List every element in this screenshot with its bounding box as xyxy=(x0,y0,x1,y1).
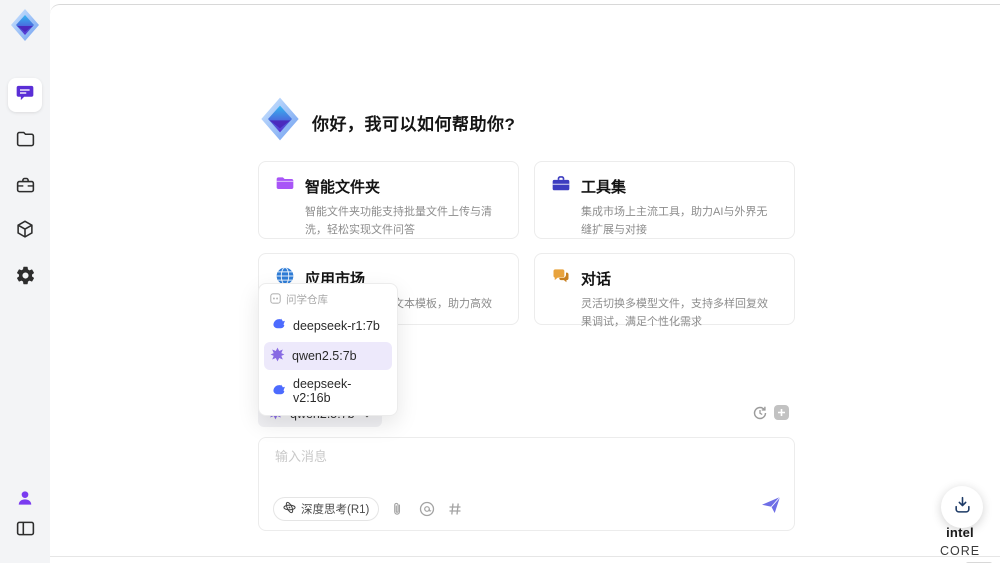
card-dialog[interactable]: 对话 灵活切换多模型文件，支持多样回复效果调试，满足个性化需求 xyxy=(534,253,795,328)
gear-icon xyxy=(15,265,36,291)
download-icon xyxy=(953,495,972,519)
sidebar-item-settings[interactable] xyxy=(8,261,42,295)
download-button[interactable] xyxy=(941,486,983,528)
card-toolkit[interactable]: 工具集 集成市场上主流工具，助力AI与外界无缝扩展与对接 xyxy=(534,161,795,239)
deep-think-toggle[interactable]: 深度思考(R1) xyxy=(273,497,380,521)
chat-bubble-icon xyxy=(15,83,35,108)
dropdown-item-deepseek-v2[interactable]: deepseek-v2:16b xyxy=(264,372,392,410)
panel-icon xyxy=(15,518,36,544)
card-description: 智能文件夹功能支持批量文件上传与清洗，轻松实现文件问答 xyxy=(305,206,492,236)
window-bottom-divider xyxy=(50,556,1000,557)
sidebar-item-panel-toggle[interactable] xyxy=(8,514,42,548)
qwen-star-icon xyxy=(270,347,285,365)
repo-icon xyxy=(270,292,281,307)
sidebar-item-models[interactable] xyxy=(8,215,42,249)
paperclip-icon[interactable] xyxy=(392,501,406,517)
atom-icon xyxy=(283,501,296,517)
sidebar-item-toolbox[interactable] xyxy=(8,171,42,205)
model-repo-label: 问学仓库 xyxy=(286,294,328,306)
new-chat-icon xyxy=(773,404,790,426)
card-smart-folder[interactable]: 智能文件夹 智能文件夹功能支持批量文件上传与清洗，轻松实现文件问答 xyxy=(258,161,519,239)
greeting-title: 你好，我可以如何帮助你? xyxy=(312,115,516,134)
deepseek-whale-icon xyxy=(270,382,286,401)
deepseek-whale-icon xyxy=(270,316,286,335)
model-label: deepseek-r1:7b xyxy=(293,318,380,333)
new-chat-button[interactable] xyxy=(773,404,790,426)
card-title: 工具集 xyxy=(581,179,627,196)
sidebar-item-folders[interactable] xyxy=(8,125,42,159)
mention-icon[interactable] xyxy=(419,501,435,517)
intel-core-logo: intel core ultra xyxy=(924,524,996,563)
cube-icon xyxy=(14,219,36,246)
app-window: 你好，我可以如何帮助你? 智能文件夹 智能文件夹功能支持批量文件上传与清洗，轻松… xyxy=(0,0,1000,563)
folder-filled-icon xyxy=(275,174,295,199)
sidebar-item-account[interactable] xyxy=(8,483,42,517)
user-icon xyxy=(15,488,35,513)
send-icon[interactable] xyxy=(761,496,781,519)
card-title: 对话 xyxy=(581,271,612,288)
model-dropdown: 问学仓库 deepseek-r1:7b qwen2.5:7b deepseek-… xyxy=(258,283,398,416)
model-repo-header: 问学仓库 xyxy=(264,289,392,309)
core-wordmark: core xyxy=(939,544,981,558)
sidebar-item-chat[interactable] xyxy=(8,78,42,112)
hash-icon[interactable] xyxy=(448,502,462,516)
dropdown-item-deepseek-r1[interactable]: deepseek-r1:7b xyxy=(264,311,392,340)
briefcase-filled-icon xyxy=(551,174,571,199)
card-title: 智能文件夹 xyxy=(305,179,381,196)
chat-bubbles-icon xyxy=(551,266,571,291)
card-description: 集成市场上主流工具，助力AI与外界无缝扩展与对接 xyxy=(581,206,768,236)
briefcase-icon xyxy=(15,175,36,201)
history-button[interactable] xyxy=(752,405,768,426)
greeting-logo-icon xyxy=(256,95,304,143)
folder-icon xyxy=(15,129,36,155)
dropdown-item-qwen[interactable]: qwen2.5:7b xyxy=(264,342,392,370)
composer: 深度思考(R1) xyxy=(258,437,795,531)
app-logo-icon xyxy=(7,7,43,43)
intel-wordmark: intel xyxy=(946,525,974,540)
sidebar xyxy=(0,0,50,563)
model-label: qwen2.5:7b xyxy=(292,349,357,363)
history-icon xyxy=(752,405,768,426)
deep-think-label: 深度思考(R1) xyxy=(301,504,370,516)
model-label: deepseek-v2:16b xyxy=(293,377,352,405)
message-input[interactable] xyxy=(273,448,757,465)
card-description: 灵活切换多模型文件，支持多样回复效果调试，满足个性化需求 xyxy=(581,298,768,328)
